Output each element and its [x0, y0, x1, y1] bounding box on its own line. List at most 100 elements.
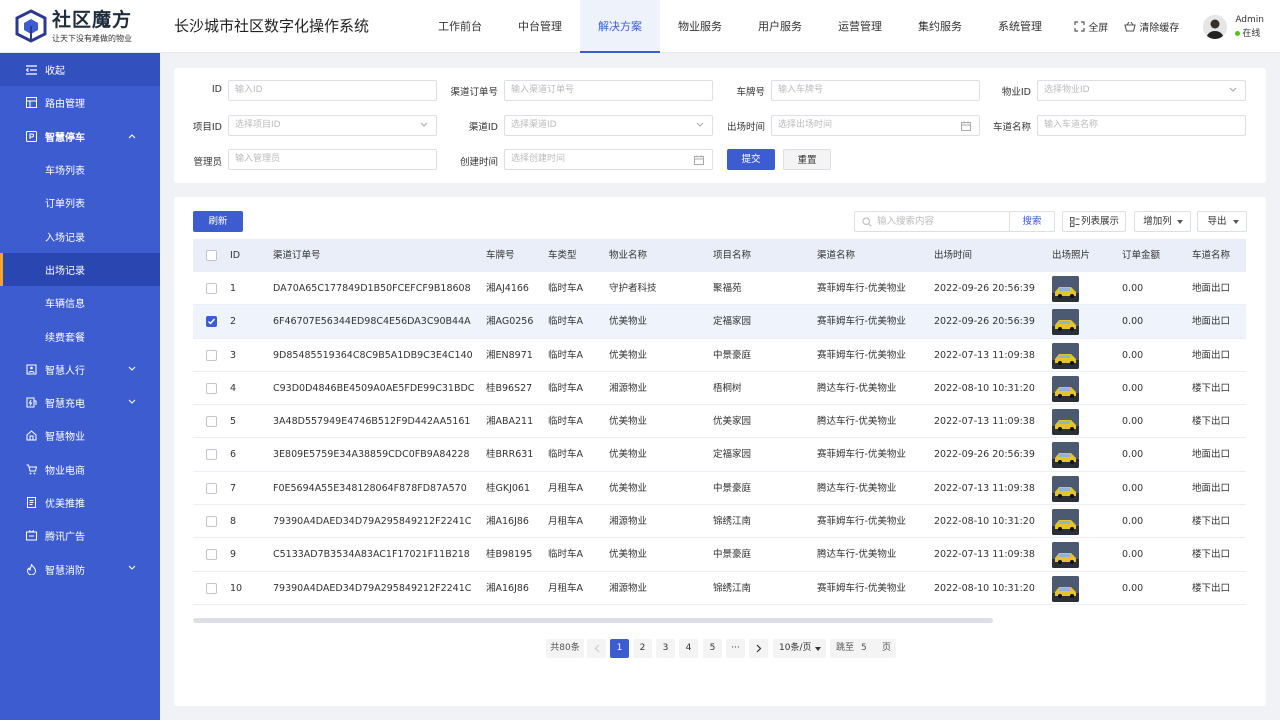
- select-all-checkbox[interactable]: [206, 250, 217, 261]
- exit-photo-thumbnail[interactable]: [1052, 475, 1079, 502]
- exit-photo-thumbnail[interactable]: [1052, 375, 1079, 402]
- exit-photo-thumbnail[interactable]: [1052, 442, 1079, 469]
- exit-photo-thumbnail[interactable]: [1052, 575, 1079, 602]
- search-input[interactable]: 输入搜索内容: [854, 211, 1010, 232]
- sidebar-item-vehicle-info[interactable]: 车辆信息: [0, 286, 160, 319]
- sidebar-collapse[interactable]: 收起: [0, 53, 160, 87]
- nav-solutions[interactable]: 解决方案: [580, 0, 660, 53]
- cell-lane: 地面出口: [1192, 482, 1231, 494]
- lane-name-input[interactable]: 输入车道名称: [1037, 115, 1246, 136]
- column-header-property[interactable]: 物业名称: [609, 239, 647, 272]
- list-view-button[interactable]: 列表展示: [1062, 211, 1126, 232]
- nav-operations[interactable]: 运营管理: [820, 0, 900, 53]
- sidebar-item-order-list[interactable]: 订单列表: [0, 186, 160, 219]
- column-header-lane[interactable]: 车道名称: [1192, 239, 1230, 272]
- row-checkbox[interactable]: [206, 549, 217, 561]
- sidebar-item-parking[interactable]: 智慧停车: [0, 120, 160, 153]
- table-row[interactable]: 4 C93D0D4846BE4509A0AE5FDE99C31BDC 桂B96S27…: [193, 372, 1246, 406]
- nav-property-service[interactable]: 物业服务: [660, 0, 740, 53]
- submit-button[interactable]: 提交: [727, 149, 775, 170]
- column-header-project[interactable]: 项目名称: [713, 239, 751, 272]
- sidebar-item-smart-pedestrian[interactable]: 智慧人行: [0, 353, 160, 386]
- row-checkbox[interactable]: [206, 283, 217, 294]
- reset-button[interactable]: 重置: [783, 149, 831, 170]
- nav-middle-office[interactable]: 中台管理: [500, 0, 580, 53]
- exit-time-picker[interactable]: 选择出场时间: [771, 115, 980, 136]
- add-column-button[interactable]: 增加列: [1134, 211, 1191, 232]
- column-header-channel[interactable]: 渠道名称: [817, 239, 855, 272]
- sidebar-item-property-ecommerce[interactable]: 物业电商: [0, 453, 160, 486]
- row-checkbox[interactable]: [206, 316, 217, 328]
- table-row[interactable]: 2 6F46707E56344ED98C4E56DA3C90B44A 湘AG0256…: [193, 305, 1246, 339]
- clear-cache-button[interactable]: 清除缓存: [1124, 19, 1179, 34]
- column-header-type[interactable]: 车类型: [548, 239, 577, 272]
- nav-user-service[interactable]: 用户服务: [740, 0, 820, 53]
- table-row[interactable]: 8 79390A4DAED34D79A295849212F2241C 湘A16J86…: [193, 505, 1246, 539]
- exit-photo-thumbnail[interactable]: [1052, 509, 1079, 536]
- exit-photo-thumbnail[interactable]: [1052, 542, 1079, 569]
- exit-photo-thumbnail[interactable]: [1052, 276, 1079, 302]
- exit-photo-thumbnail[interactable]: [1052, 409, 1079, 436]
- row-checkbox[interactable]: [206, 516, 217, 528]
- row-checkbox[interactable]: [206, 482, 217, 494]
- sidebar-item-lot-list[interactable]: 车场列表: [0, 153, 160, 186]
- nav-workbench[interactable]: 工作前台: [420, 0, 500, 53]
- row-checkbox[interactable]: [206, 582, 217, 594]
- nav-intensive-service[interactable]: 集约服务: [900, 0, 980, 53]
- exit-photo-thumbnail[interactable]: [1052, 342, 1079, 369]
- sidebar-item-route[interactable]: 路由管理: [0, 86, 160, 119]
- project-id-select[interactable]: 选择项目ID: [228, 115, 437, 136]
- avatar[interactable]: [1203, 14, 1228, 39]
- export-button[interactable]: 导出: [1197, 211, 1247, 232]
- property-id-select[interactable]: 选择物业ID: [1037, 80, 1246, 101]
- page-size-select[interactable]: 10条/页: [773, 639, 826, 658]
- sidebar-item-renewal-plans[interactable]: 续费套餐: [0, 319, 160, 352]
- nav-system-management[interactable]: 系统管理: [980, 0, 1060, 53]
- row-checkbox[interactable]: [206, 349, 217, 361]
- column-header-exit-time[interactable]: 出场时间: [934, 239, 972, 272]
- sidebar-item-exit-records[interactable]: 出场记录: [0, 252, 160, 287]
- sidebar-item-smart-charging[interactable]: 智慧充电: [0, 386, 160, 419]
- column-header-order[interactable]: 渠道订单号: [273, 239, 321, 272]
- search-button[interactable]: 搜索: [1009, 211, 1055, 232]
- table-row[interactable]: 1 DA70A65C177849D1B50FCEFCF9B18608 湘AJ4166…: [193, 272, 1246, 306]
- column-header-amount[interactable]: 订单金额: [1122, 239, 1160, 272]
- row-checkbox[interactable]: [206, 382, 217, 394]
- table-row[interactable]: 9 C5133AD7B3534A83AC1F17021F11B218 桂B98195…: [193, 538, 1246, 572]
- page-button-1[interactable]: 1: [610, 639, 629, 658]
- table-row[interactable]: 6 3E809E5759E34A38859CDC0FB9A84228 桂BRR631…: [193, 438, 1246, 472]
- id-input[interactable]: 输入ID: [228, 80, 437, 101]
- fullscreen-button[interactable]: 全屏: [1074, 19, 1108, 34]
- channel-id-select[interactable]: 选择渠道ID: [504, 115, 713, 136]
- next-page-button[interactable]: [749, 639, 768, 658]
- column-header-plate[interactable]: 车牌号: [486, 239, 515, 272]
- exit-photo-thumbnail[interactable]: [1052, 309, 1079, 336]
- column-header-exit-photo[interactable]: 出场照片: [1052, 239, 1090, 272]
- table-row[interactable]: 10 79390A4DAED34D79A295849212F2241C 湘A16J8…: [193, 572, 1246, 605]
- sidebar-item-entry-records[interactable]: 入场记录: [0, 219, 160, 252]
- page-button-2[interactable]: 2: [633, 639, 652, 658]
- refresh-button[interactable]: 刷新: [193, 211, 243, 232]
- admin-input[interactable]: 输入管理员: [228, 149, 437, 170]
- page-button-5[interactable]: 5: [703, 639, 722, 658]
- sidebar-item-smart-property[interactable]: 智慧物业: [0, 419, 160, 452]
- table-row[interactable]: 7 F0E5694A55E348128064F878FD87A570 桂GKJ061…: [193, 472, 1246, 506]
- page-button-4[interactable]: 4: [679, 639, 698, 658]
- row-checkbox[interactable]: [206, 449, 217, 461]
- sidebar-item-tencent-ads[interactable]: 腾讯广告: [0, 519, 160, 552]
- row-checkbox[interactable]: [206, 416, 217, 428]
- goto-page-input[interactable]: 5: [861, 639, 867, 658]
- create-time-picker[interactable]: 选择创建时间: [504, 149, 713, 170]
- table-row[interactable]: 3 9D85485519364C8C9B5A1DB9C3E4C140 湘EN8971…: [193, 339, 1246, 372]
- more-pages-button[interactable]: ···: [726, 639, 745, 658]
- prev-page-button[interactable]: [587, 639, 606, 658]
- sidebar-item-youmei-push[interactable]: 优美推推: [0, 486, 160, 519]
- horizontal-scrollbar[interactable]: [193, 618, 993, 623]
- page-button-3[interactable]: 3: [656, 639, 675, 658]
- channel-order-input[interactable]: 输入渠道订单号: [504, 80, 713, 101]
- logo[interactable]: 社区魔方 让天下没有难做的物业: [14, 8, 154, 46]
- sidebar-item-smart-fire[interactable]: 智慧消防: [0, 552, 160, 585]
- table-row[interactable]: 5 3A48D557949E4746B512F9D442AA5161 湘ABA211…: [193, 405, 1246, 439]
- column-header-id[interactable]: ID: [230, 239, 240, 272]
- plate-input[interactable]: 输入车牌号: [771, 80, 980, 101]
